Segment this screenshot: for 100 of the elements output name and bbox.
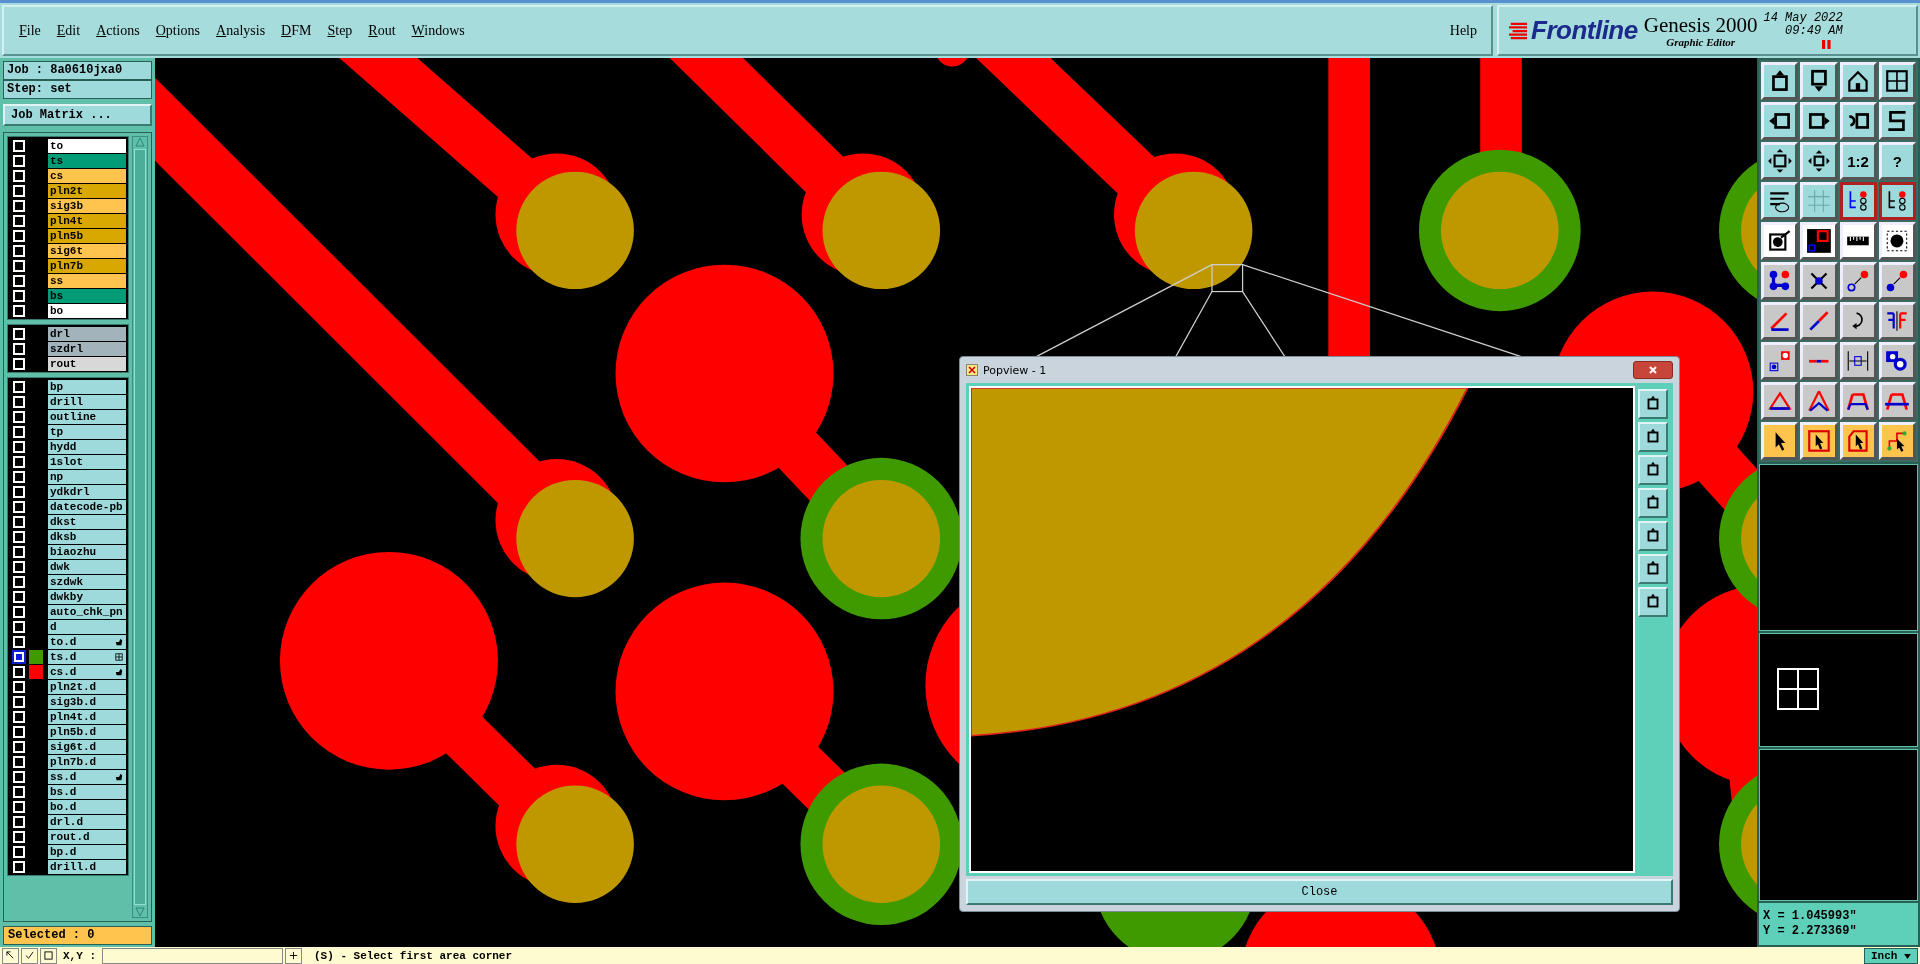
layer-name[interactable]: cs (48, 168, 126, 183)
layer-name[interactable]: np (48, 469, 126, 484)
layer-name[interactable]: bs (48, 288, 126, 303)
layer-checkbox[interactable] (12, 514, 26, 529)
tool-button[interactable] (285, 947, 302, 964)
help-button[interactable]: ? (1878, 142, 1916, 180)
view-tool-button[interactable] (1638, 587, 1668, 617)
layer-name[interactable]: rout.d (48, 829, 126, 844)
layer-checkbox[interactable] (12, 424, 26, 439)
layer-name[interactable]: pln2t (48, 183, 126, 198)
close-button[interactable]: Close (966, 879, 1673, 905)
layer-checkbox[interactable] (12, 769, 26, 784)
layer-checkbox[interactable] (12, 859, 26, 874)
tool-button[interactable] (1878, 182, 1916, 220)
layer-checkbox[interactable] (12, 326, 26, 341)
layer-checkbox[interactable] (12, 784, 26, 799)
layer-checkbox[interactable] (12, 529, 26, 544)
layer-name[interactable]: bp (48, 379, 126, 394)
layer-checkbox[interactable] (12, 454, 26, 469)
layer-checkbox[interactable] (12, 439, 26, 454)
layer-checkbox[interactable] (12, 574, 26, 589)
view-tool-button[interactable] (1638, 521, 1668, 551)
layer-checkbox[interactable] (12, 469, 26, 484)
view-tool-button[interactable] (1638, 389, 1668, 419)
layer-name[interactable]: sig6t.d (48, 739, 126, 754)
layer-name[interactable]: biaozhu (48, 544, 126, 559)
layer-checkbox[interactable] (12, 724, 26, 739)
layer-name[interactable]: pln5b (48, 228, 126, 243)
layer-checkbox[interactable] (12, 258, 26, 273)
layer-name[interactable]: to (48, 138, 126, 153)
layer-name[interactable]: bo (48, 303, 126, 318)
layer-name[interactable]: auto_chk_pn (48, 604, 126, 619)
layer-checkbox[interactable] (12, 679, 26, 694)
layer-name[interactable]: d (48, 619, 126, 634)
layer-checkbox[interactable] (12, 649, 26, 664)
layer-name[interactable]: dkst (48, 514, 126, 529)
menu-item[interactable]: Step (320, 22, 362, 39)
layer-name[interactable]: pln4t.d (48, 709, 126, 724)
layer-checkbox[interactable] (12, 694, 26, 709)
layer-name[interactable]: tp (48, 424, 126, 439)
layer-checkbox[interactable] (12, 168, 26, 183)
layer-checkbox[interactable] (12, 544, 26, 559)
menu-item[interactable]: Edit (49, 22, 90, 39)
layer-name[interactable]: szdwk (48, 574, 126, 589)
layer-checkbox[interactable] (12, 739, 26, 754)
scroll-thumb[interactable] (134, 149, 146, 905)
layer-checkbox[interactable] (12, 754, 26, 769)
layer-checkbox[interactable] (12, 198, 26, 213)
layer-name[interactable]: drill.d (48, 859, 126, 874)
scrollbar[interactable] (132, 136, 148, 918)
layer-name[interactable]: sig3b.d (48, 694, 126, 709)
layer-name[interactable]: ss (48, 273, 126, 288)
layer-name[interactable]: drl (48, 326, 126, 341)
layer-name[interactable]: szdrl (48, 341, 126, 356)
layer-name[interactable]: pln5b.d (48, 724, 126, 739)
layer-checkbox[interactable] (12, 799, 26, 814)
layer-name[interactable]: pln7b (48, 258, 126, 273)
layer-checkbox[interactable] (12, 829, 26, 844)
layer-name[interactable]: 1slot (48, 454, 126, 469)
layer-name[interactable]: ts (48, 153, 126, 168)
layer-name[interactable]: hydd (48, 439, 126, 454)
layer-name[interactable]: dwkby (48, 589, 126, 604)
layer-checkbox[interactable] (12, 409, 26, 424)
layer-checkbox[interactable] (12, 228, 26, 243)
layer-checkbox[interactable] (12, 243, 26, 258)
menu-item[interactable]: Windows (404, 22, 474, 39)
layer-checkbox[interactable] (12, 183, 26, 198)
menu-item[interactable]: Options (148, 22, 210, 39)
layer-checkbox[interactable] (12, 559, 26, 574)
layer-name[interactable]: drl.d (48, 814, 126, 829)
layer-name[interactable]: drill (48, 394, 126, 409)
menu-item[interactable]: Rout (361, 22, 405, 39)
layer-checkbox[interactable] (12, 356, 26, 371)
layer-name[interactable]: sig3b (48, 198, 126, 213)
view-tool-button[interactable] (1638, 554, 1668, 584)
layer-checkbox[interactable] (12, 153, 26, 168)
layer-name[interactable]: ts.d (48, 649, 126, 664)
layer-checkbox[interactable] (12, 589, 26, 604)
view-tool-button[interactable] (1638, 422, 1668, 452)
menu-item[interactable]: File (12, 22, 50, 39)
zoom-ratio-button[interactable]: 1:2 (1839, 142, 1877, 180)
layer-name[interactable]: rout (48, 356, 126, 371)
layer-checkbox[interactable] (12, 213, 26, 228)
layer-checkbox[interactable] (12, 619, 26, 634)
menu-item[interactable]: Actions (89, 22, 149, 39)
layer-checkbox[interactable] (12, 394, 26, 409)
layer-checkbox[interactable] (12, 484, 26, 499)
layer-name[interactable]: pln2t.d (48, 679, 126, 694)
layer-name[interactable]: pln7b.d (48, 754, 126, 769)
layer-name[interactable]: sig6t (48, 243, 126, 258)
layer-checkbox[interactable] (12, 604, 26, 619)
layer-checkbox[interactable] (12, 634, 26, 649)
view-tool-button[interactable] (1638, 455, 1668, 485)
layer-checkbox[interactable] (12, 303, 26, 318)
layer-name[interactable]: dksb (48, 529, 126, 544)
layer-checkbox[interactable] (12, 138, 26, 153)
layer-checkbox[interactable] (12, 288, 26, 303)
layer-name[interactable]: cs.d (48, 664, 126, 679)
layer-checkbox[interactable] (12, 499, 26, 514)
layer-name[interactable]: outline (48, 409, 126, 424)
